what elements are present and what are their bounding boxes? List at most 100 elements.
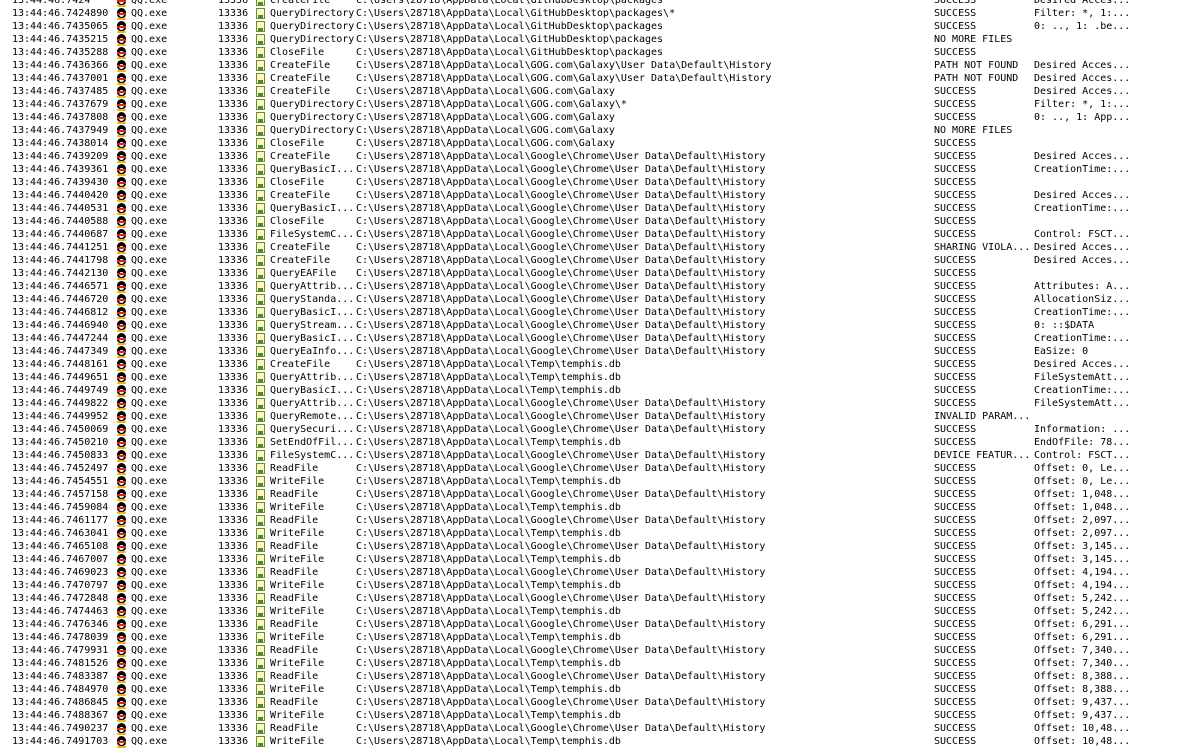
process-name-cell: QQ.exe (131, 710, 168, 721)
table-row[interactable]: 13:44:46.7446812 QQ.exe 13336 QueryBasic… (0, 306, 1192, 319)
table-row[interactable]: 13:44:46.7476346 QQ.exe 13336 ReadFile C… (0, 618, 1192, 631)
table-row[interactable]: 13:44:46.7448161 QQ.exe 13336 CreateFile… (0, 358, 1192, 371)
table-row[interactable]: 13:44:46.7437949 QQ.exe 13336 QueryDirec… (0, 124, 1192, 137)
table-row[interactable]: 13:44:46.7439430 QQ.exe 13336 CloseFile … (0, 176, 1192, 189)
table-row[interactable]: 13:44:46.7463041 QQ.exe 13336 WriteFile … (0, 527, 1192, 540)
process-name-cell: QQ.exe (131, 606, 168, 617)
file-operation-icon (254, 527, 268, 540)
table-row[interactable]: 13:44:46.7449952 QQ.exe 13336 QueryRemot… (0, 410, 1192, 423)
table-row[interactable]: 13:44:46.7461177 QQ.exe 13336 ReadFile C… (0, 514, 1192, 527)
table-row[interactable]: 13:44:46.7446940 QQ.exe 13336 QueryStrea… (0, 319, 1192, 332)
table-row[interactable]: 13:44:46.7484970 QQ.exe 13336 WriteFile … (0, 683, 1192, 696)
file-operation-icon (254, 709, 268, 722)
table-row[interactable]: 13:44:46.7472848 QQ.exe 13336 ReadFile C… (0, 592, 1192, 605)
operation-cell: CloseFile (270, 177, 325, 188)
pid-cell: 13336 (218, 229, 249, 240)
table-row[interactable]: 13:44:46.7437001 QQ.exe 13336 CreateFile… (0, 72, 1192, 85)
detail-cell (1034, 137, 1134, 150)
result-cell: PATH NOT FOUND (934, 73, 1019, 84)
qq-penguin-icon (115, 111, 129, 124)
table-row[interactable]: 13:44:46.7491703 QQ.exe 13336 WriteFile … (0, 735, 1192, 748)
table-row[interactable]: 13:44:46.7441251 QQ.exe 13336 CreateFile… (0, 241, 1192, 254)
result-cell: SUCCESS (934, 632, 977, 643)
table-row[interactable]: 13:44:46.7437485 QQ.exe 13336 CreateFile… (0, 85, 1192, 98)
table-row[interactable]: 13:44:46.7450069 QQ.exe 13336 QuerySecur… (0, 423, 1192, 436)
table-row[interactable]: 13:44:46.7483387 QQ.exe 13336 ReadFile C… (0, 670, 1192, 683)
table-row[interactable]: 13:44:46.7440687 QQ.exe 13336 FileSystem… (0, 228, 1192, 241)
operation-cell: ReadFile (270, 619, 319, 630)
qq-penguin-icon (115, 696, 129, 709)
table-row[interactable]: 13:44:46.7457158 QQ.exe 13336 ReadFile C… (0, 488, 1192, 501)
table-row[interactable]: 13:44:46.7469023 QQ.exe 13336 ReadFile C… (0, 566, 1192, 579)
table-row[interactable]: 13:44:46.7439361 QQ.exe 13336 QueryBasic… (0, 163, 1192, 176)
time-of-day-cell: 13:44:46.7449651 (12, 372, 109, 383)
table-row[interactable]: 13:44:46.7441798 QQ.exe 13336 CreateFile… (0, 254, 1192, 267)
operation-cell: WriteFile (270, 710, 325, 721)
table-row[interactable]: 13:44:46.7446571 QQ.exe 13336 QueryAttri… (0, 280, 1192, 293)
table-row[interactable]: 13:44:46.7435288 QQ.exe 13336 CloseFile … (0, 46, 1192, 59)
table-row[interactable]: 13:44:46.7447349 QQ.exe 13336 QueryEaInf… (0, 345, 1192, 358)
table-row[interactable]: 13:44:46.7442130 QQ.exe 13336 QueryEAFil… (0, 267, 1192, 280)
result-cell: SUCCESS (934, 645, 977, 656)
time-of-day-cell: 13:44:46.7490237 (12, 723, 109, 734)
table-row[interactable]: 13:44:46.7481526 QQ.exe 13336 WriteFile … (0, 657, 1192, 670)
table-row[interactable]: 13:44:46.7465108 QQ.exe 13336 ReadFile C… (0, 540, 1192, 553)
table-row[interactable]: 13:44:46.7437808 QQ.exe 13336 QueryDirec… (0, 111, 1192, 124)
qq-penguin-icon (115, 449, 129, 462)
table-row[interactable]: 13:44:46.7440588 QQ.exe 13336 CloseFile … (0, 215, 1192, 228)
table-row[interactable]: 13:44:46.7440420 QQ.exe 13336 CreateFile… (0, 189, 1192, 202)
table-row[interactable]: 13:44:46.7449749 QQ.exe 13336 QueryBasic… (0, 384, 1192, 397)
detail-cell: Desired Acces... (1034, 190, 1131, 201)
table-row[interactable]: 13:44:46.7447244 QQ.exe 13336 QueryBasic… (0, 332, 1192, 345)
time-of-day-cell: 13:44:46.7441251 (12, 242, 109, 253)
table-row[interactable]: 13:44:46.7438014 QQ.exe 13336 CloseFile … (0, 137, 1192, 150)
path-cell: C:\Users\28718\AppData\Local\Temp\temphi… (356, 385, 621, 396)
table-row[interactable]: 13:44:46.7478039 QQ.exe 13336 WriteFile … (0, 631, 1192, 644)
table-row[interactable]: 13:44:46.7424 QQ.exe 13336 CreateFile C:… (0, 0, 1192, 7)
pid-cell: 13336 (218, 476, 249, 487)
file-operation-icon (254, 423, 268, 436)
detail-cell (1034, 46, 1134, 59)
table-row[interactable]: 13:44:46.7435065 QQ.exe 13336 QueryDirec… (0, 20, 1192, 33)
table-row[interactable]: 13:44:46.7436366 QQ.exe 13336 CreateFile… (0, 59, 1192, 72)
file-operation-icon (254, 228, 268, 241)
file-operation-icon (254, 293, 268, 306)
table-row[interactable]: 13:44:46.7449651 QQ.exe 13336 QueryAttri… (0, 371, 1192, 384)
file-operation-icon (254, 670, 268, 683)
table-row[interactable]: 13:44:46.7474463 QQ.exe 13336 WriteFile … (0, 605, 1192, 618)
table-row[interactable]: 13:44:46.7479931 QQ.exe 13336 ReadFile C… (0, 644, 1192, 657)
pid-cell: 13336 (218, 411, 249, 422)
time-of-day-cell: 13:44:46.7437949 (12, 125, 109, 136)
table-row[interactable]: 13:44:46.7486845 QQ.exe 13336 ReadFile C… (0, 696, 1192, 709)
detail-cell: Offset: 3,145... (1034, 541, 1131, 552)
qq-penguin-icon (115, 98, 129, 111)
table-row[interactable]: 13:44:46.7439209 QQ.exe 13336 CreateFile… (0, 150, 1192, 163)
file-operation-icon (254, 657, 268, 670)
table-row[interactable]: 13:44:46.7467007 QQ.exe 13336 WriteFile … (0, 553, 1192, 566)
file-operation-icon (254, 618, 268, 631)
table-row[interactable]: 13:44:46.7449822 QQ.exe 13336 QueryAttri… (0, 397, 1192, 410)
result-cell: SUCCESS (934, 671, 977, 682)
table-row[interactable]: 13:44:46.7470797 QQ.exe 13336 WriteFile … (0, 579, 1192, 592)
table-row[interactable]: 13:44:46.7437679 QQ.exe 13336 QueryDirec… (0, 98, 1192, 111)
time-of-day-cell: 13:44:46.7440531 (12, 203, 109, 214)
qq-penguin-icon (115, 709, 129, 722)
operation-cell: CreateFile (270, 242, 331, 253)
time-of-day-cell: 13:44:46.7469023 (12, 567, 109, 578)
table-row[interactable]: 13:44:46.7450210 QQ.exe 13336 SetEndOfFi… (0, 436, 1192, 449)
process-name-cell: QQ.exe (131, 424, 168, 435)
table-row[interactable]: 13:44:46.7490237 QQ.exe 13336 ReadFile C… (0, 722, 1192, 735)
table-row[interactable]: 13:44:46.7440531 QQ.exe 13336 QueryBasic… (0, 202, 1192, 215)
table-row[interactable]: 13:44:46.7435215 QQ.exe 13336 QueryDirec… (0, 33, 1192, 46)
qq-penguin-icon (115, 332, 129, 345)
table-row[interactable]: 13:44:46.7454551 QQ.exe 13336 WriteFile … (0, 475, 1192, 488)
table-row[interactable]: 13:44:46.7450833 QQ.exe 13336 FileSystem… (0, 449, 1192, 462)
operation-cell: FileSystemC... (270, 229, 355, 240)
table-row[interactable]: 13:44:46.7459084 QQ.exe 13336 WriteFile … (0, 501, 1192, 514)
time-of-day-cell: 13:44:46.7483387 (12, 671, 109, 682)
table-row[interactable]: 13:44:46.7488367 QQ.exe 13336 WriteFile … (0, 709, 1192, 722)
table-row[interactable]: 13:44:46.7452497 QQ.exe 13336 ReadFile C… (0, 462, 1192, 475)
operation-cell: CreateFile (270, 359, 331, 370)
table-row[interactable]: 13:44:46.7424890 QQ.exe 13336 QueryDirec… (0, 7, 1192, 20)
table-row[interactable]: 13:44:46.7446720 QQ.exe 13336 QueryStand… (0, 293, 1192, 306)
